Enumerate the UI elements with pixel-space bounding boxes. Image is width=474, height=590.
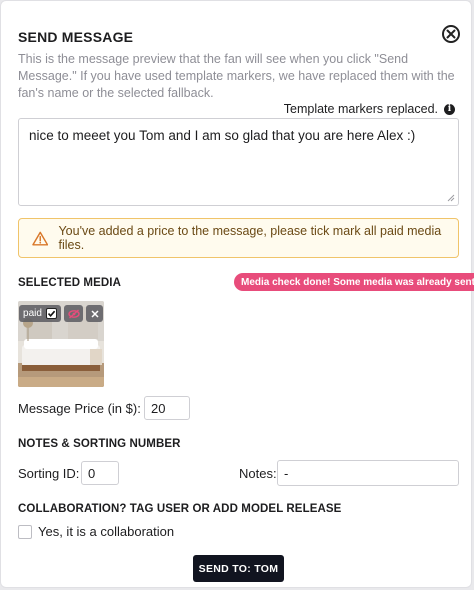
notes-label: Notes: bbox=[239, 466, 277, 481]
template-markers-note: Template markers replaced. i bbox=[284, 102, 455, 116]
media-check-badge: Media check done! Some media was already… bbox=[234, 273, 474, 291]
close-icon bbox=[90, 309, 99, 318]
collaboration-checkbox[interactable] bbox=[18, 525, 32, 539]
paid-label: paid bbox=[23, 308, 42, 319]
selected-media-heading: SELECTED MEDIA bbox=[18, 277, 121, 289]
warning-text: You've added a price to the message, ple… bbox=[58, 224, 442, 252]
send-message-modal: SEND MESSAGE This is the message preview… bbox=[0, 0, 474, 588]
send-button[interactable]: SEND TO: TOM bbox=[193, 555, 284, 582]
sorting-id-label: Sorting ID: bbox=[18, 466, 80, 481]
modal-title: SEND MESSAGE bbox=[18, 29, 134, 45]
checkbox-checked-icon[interactable] bbox=[45, 308, 57, 319]
hide-media-button[interactable] bbox=[64, 305, 83, 322]
message-price-label: Message Price (in $): bbox=[18, 401, 141, 416]
collaboration-label[interactable]: Yes, it is a collaboration bbox=[38, 524, 174, 539]
close-button[interactable] bbox=[442, 25, 460, 43]
message-price-input[interactable] bbox=[144, 396, 190, 420]
notes-sorting-heading: NOTES & SORTING NUMBER bbox=[18, 438, 181, 450]
close-icon bbox=[446, 29, 456, 39]
resize-grip-icon[interactable] bbox=[447, 194, 455, 202]
media-overlay-controls: paid bbox=[19, 305, 103, 322]
template-markers-label: Template markers replaced. bbox=[283, 102, 438, 116]
collaboration-heading: COLLABORATION? TAG USER OR ADD MODEL REL… bbox=[18, 503, 342, 515]
preview-description: This is the message preview that the fan… bbox=[18, 52, 455, 100]
remove-media-button[interactable] bbox=[86, 305, 103, 322]
message-textarea[interactable]: nice to meeet you Tom and I am so glad t… bbox=[18, 118, 459, 206]
price-warning-alert: You've added a price to the message, ple… bbox=[18, 218, 459, 258]
eye-off-icon bbox=[67, 309, 80, 318]
sorting-id-input[interactable] bbox=[81, 461, 119, 485]
warning-triangle-icon bbox=[32, 231, 49, 246]
notes-input[interactable] bbox=[277, 460, 459, 486]
info-icon[interactable]: i bbox=[444, 103, 455, 115]
paid-toggle[interactable]: paid bbox=[19, 305, 61, 322]
